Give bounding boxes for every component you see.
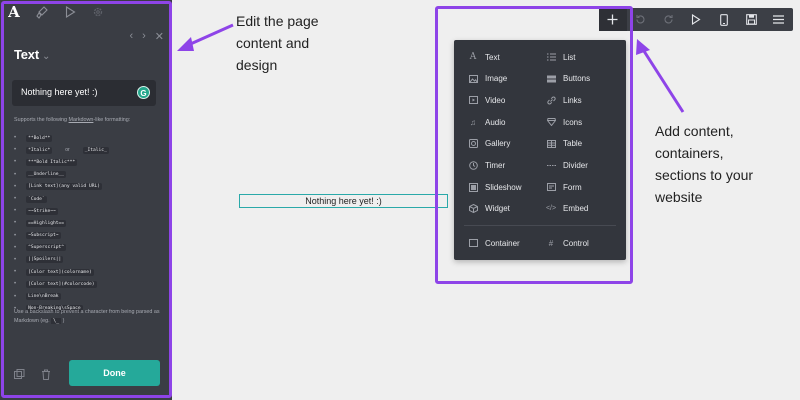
menu-item-widget[interactable]: Widget <box>468 202 510 216</box>
form-icon <box>546 182 556 192</box>
menu-item-control[interactable]: # Control <box>546 236 589 250</box>
play-tab-icon[interactable] <box>62 4 78 20</box>
menu-item-gallery[interactable]: Gallery <box>468 137 510 151</box>
grammar-icon[interactable]: G <box>137 86 150 99</box>
list-icon <box>546 52 556 62</box>
format-item: [Link text](any valid URL) <box>14 181 109 193</box>
menu-item-form[interactable]: Form <box>546 180 582 194</box>
format-item: `Code` <box>14 193 109 205</box>
container-icon <box>468 238 478 248</box>
text-icon: A <box>469 52 477 62</box>
left-arrow-line <box>185 23 234 48</box>
links-icon <box>546 95 556 105</box>
add-button[interactable] <box>599 8 627 31</box>
widget-icon <box>468 204 478 214</box>
chevron-left-icon[interactable]: ‹ <box>129 30 133 43</box>
audio-icon: ♫ <box>470 117 476 127</box>
format-item: ~~Strike~~ <box>14 205 109 217</box>
save-icon[interactable] <box>737 8 765 31</box>
format-list: **Bold** *Italic*or_Italic_ ***Bold Ital… <box>14 132 109 315</box>
format-item: ~Subscript~ <box>14 230 109 242</box>
trash-icon[interactable] <box>41 367 51 385</box>
image-icon <box>468 74 478 84</box>
right-arrow-line <box>640 47 685 113</box>
menu-item-image[interactable]: Image <box>468 72 507 86</box>
menu-item-audio[interactable]: ♫ Audio <box>468 115 505 129</box>
embed-icon: </> <box>545 205 557 213</box>
format-item: *Italic*or_Italic_ <box>14 144 109 156</box>
menu-item-divider[interactable]: Divider <box>546 159 588 173</box>
menu-item-links[interactable]: Links <box>546 93 582 107</box>
menu-icon[interactable] <box>765 8 793 31</box>
panel-nav: ‹ › ✕ <box>129 30 164 43</box>
menu-item-video[interactable]: Video <box>468 93 505 107</box>
preview-play-icon[interactable] <box>682 8 710 31</box>
menu-item-list[interactable]: List <box>546 50 575 64</box>
format-item: [Color text](colorname) <box>14 266 109 278</box>
chevron-right-icon[interactable]: › <box>142 30 146 43</box>
top-toolbar <box>599 8 793 31</box>
format-item: __Underline__ <box>14 169 109 181</box>
buttons-icon <box>546 74 556 84</box>
duplicate-icon[interactable] <box>14 367 25 385</box>
close-icon[interactable]: ✕ <box>155 30 164 43</box>
mobile-icon[interactable] <box>710 8 738 31</box>
table-icon <box>546 139 556 149</box>
annotation-add-content: Add content, containers, sections to you… <box>655 123 754 205</box>
supports-text: Supports the following Markdown-like for… <box>14 117 130 123</box>
timer-icon <box>468 161 478 171</box>
video-icon <box>468 95 478 105</box>
escape-note: Use a backslash to prevent a character f… <box>14 309 160 324</box>
menu-item-text[interactable]: A Text <box>468 50 500 64</box>
supports-prefix: Supports the following <box>14 117 69 123</box>
right-arrow-head <box>636 39 650 55</box>
format-item: ^Superscript^ <box>14 242 109 254</box>
supports-suffix: -like formatting: <box>93 117 131 123</box>
format-item: Line\nBreak <box>14 290 109 302</box>
undo-icon[interactable] <box>627 8 655 31</box>
slideshow-icon <box>468 182 478 192</box>
text-content-input[interactable]: Nothing here yet! :) G <box>12 80 156 106</box>
menu-item-icons[interactable]: Icons <box>546 115 582 129</box>
redo-icon[interactable] <box>654 8 682 31</box>
hash-icon: # <box>548 238 554 248</box>
left-arrow-head <box>177 37 194 51</box>
format-item: [Color text](#colorcode) <box>14 278 109 290</box>
divider-icon <box>546 161 556 171</box>
annotation-edit-content: Edit the page content and design <box>236 13 319 73</box>
brush-tab-icon[interactable] <box>34 4 50 20</box>
menu-item-timer[interactable]: Timer <box>468 159 505 173</box>
panel-title: Text ⌄ <box>14 47 50 62</box>
menu-item-embed[interactable]: </> Embed <box>546 202 588 216</box>
menu-item-container[interactable]: Container <box>468 236 520 250</box>
editor-panel: A ‹ › ✕ Text ⌄ Nothing here yet! :) G Sup… <box>0 0 172 400</box>
chevron-down-icon[interactable]: ⌄ <box>42 51 50 62</box>
text-tab-icon[interactable]: A <box>6 3 22 21</box>
gear-tab-icon[interactable] <box>90 4 106 20</box>
icons-icon <box>546 117 556 127</box>
menu-item-slideshow[interactable]: Slideshow <box>468 180 521 194</box>
escape-code: \_ <box>51 317 62 324</box>
format-item: ||Spoilers|| <box>14 254 109 266</box>
canvas-text-element[interactable]: Nothing here yet! :) <box>239 194 448 208</box>
text-content-value: Nothing here yet! :) <box>21 87 98 97</box>
done-button[interactable]: Done <box>69 360 160 386</box>
panel-tabs: A <box>6 3 106 21</box>
menu-item-table[interactable]: Table <box>546 137 582 151</box>
panel-title-text: Text <box>14 47 39 62</box>
format-item: ==Highlight== <box>14 217 109 229</box>
format-item: ***Bold Italic*** <box>14 156 109 168</box>
panel-bottom-icons <box>14 367 51 385</box>
gallery-icon <box>468 139 478 149</box>
menu-item-buttons[interactable]: Buttons <box>546 72 590 86</box>
add-element-menu: A Text Image Video ♫ Audio Gallery Timer S… <box>454 40 626 260</box>
format-item: **Bold** <box>14 132 109 144</box>
markdown-link[interactable]: Markdown <box>69 117 94 123</box>
menu-divider <box>464 225 616 226</box>
